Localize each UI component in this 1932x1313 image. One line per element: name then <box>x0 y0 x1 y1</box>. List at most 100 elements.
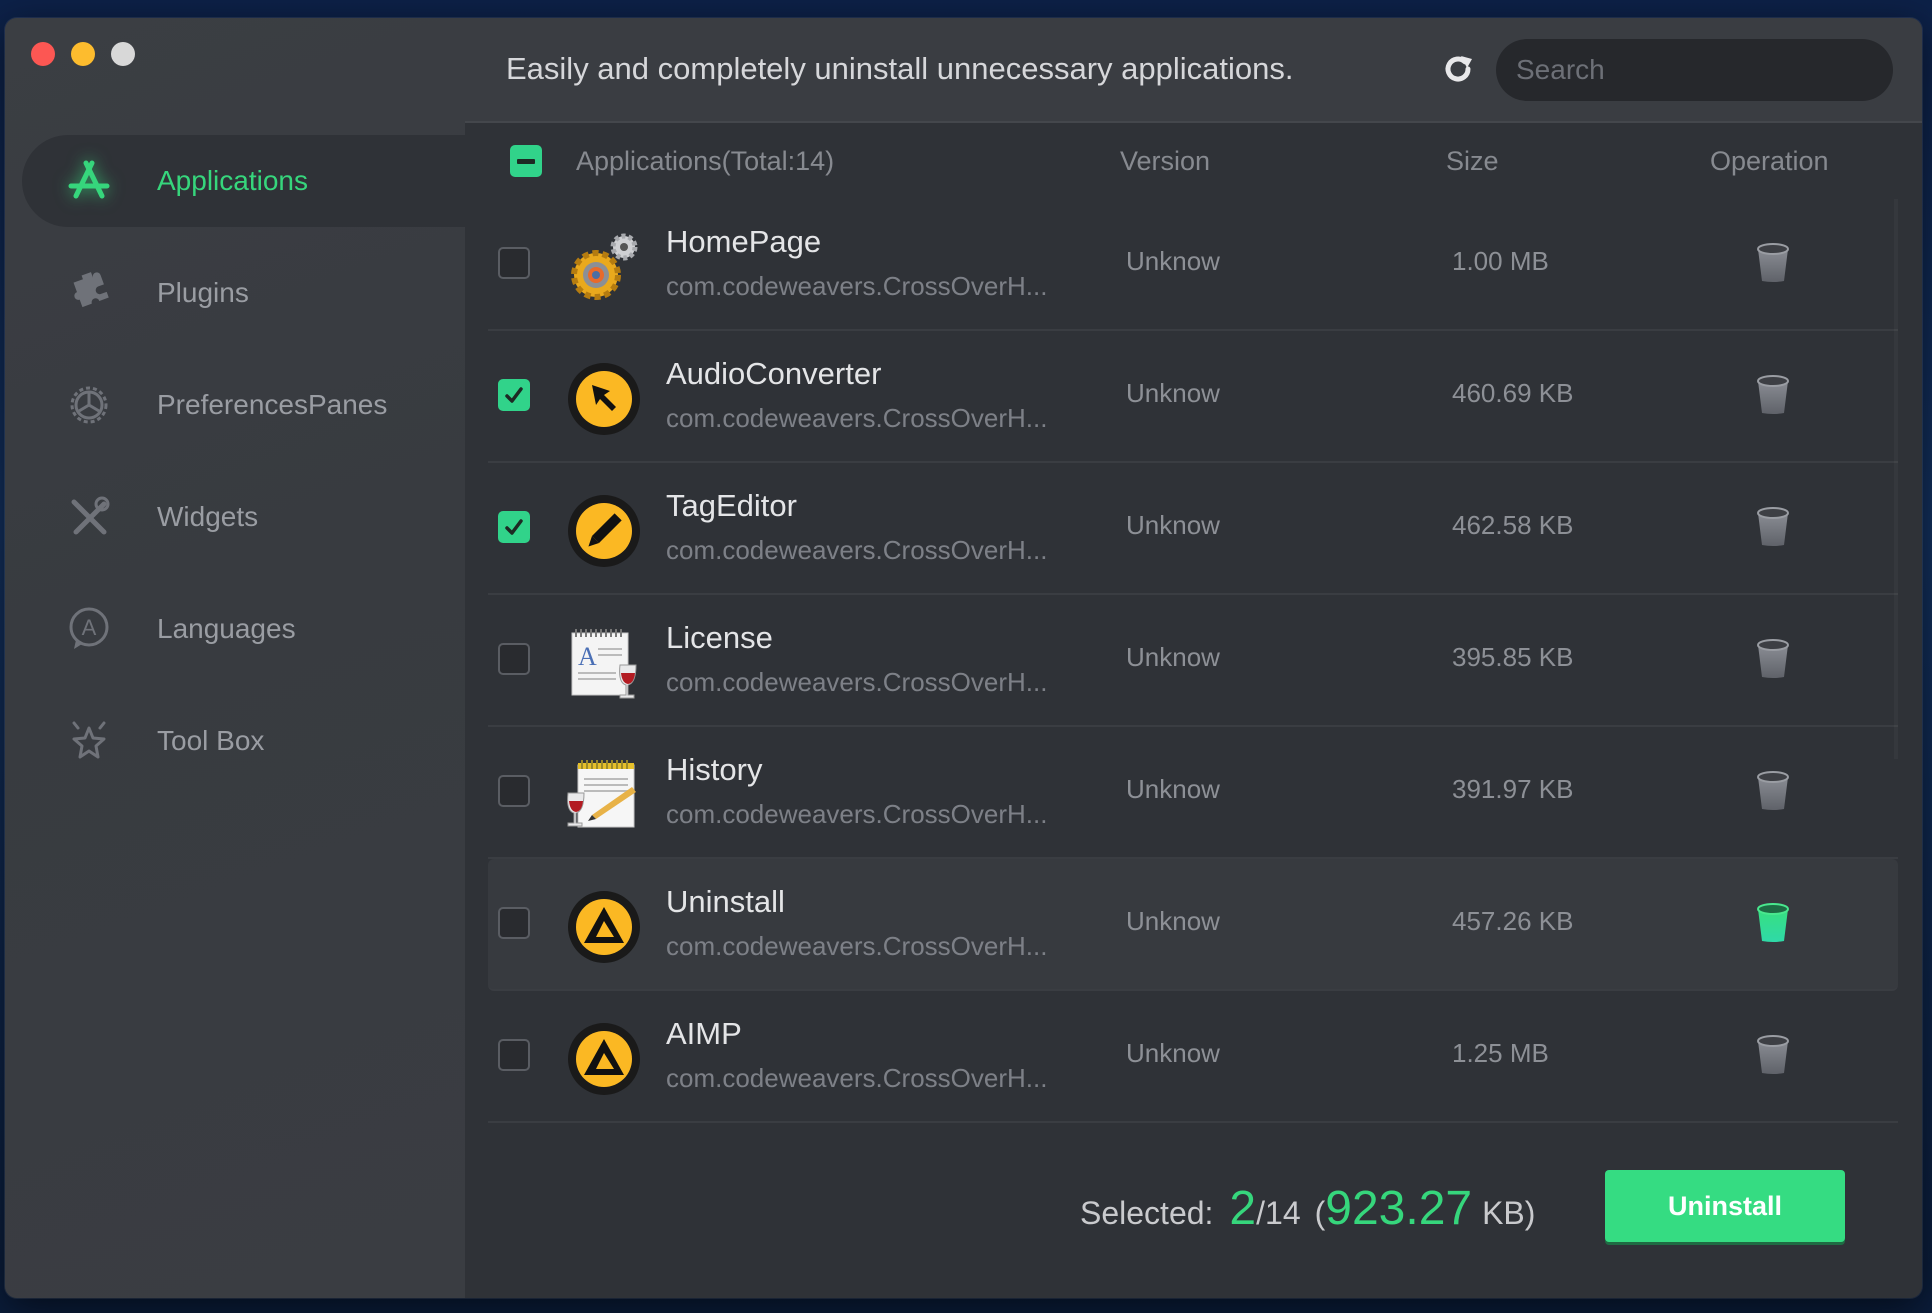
row-checkbox[interactable] <box>498 643 530 675</box>
app-version: Unknow <box>1126 378 1220 408</box>
app-row[interactable]: TagEditor com.codeweavers.CrossOverH... … <box>488 463 1898 595</box>
check-icon <box>505 387 523 403</box>
app-bundle-id: com.codeweavers.CrossOverH... <box>666 1063 1048 1093</box>
app-row[interactable]: AIMP com.codeweavers.CrossOverH... Unkno… <box>488 991 1898 1123</box>
app-name: HomePage <box>666 224 822 259</box>
trash-icon[interactable] <box>1756 639 1790 679</box>
app-row[interactable]: HomePage com.codeweavers.CrossOverH... U… <box>488 199 1898 331</box>
sidebar-item-applications[interactable]: Applications <box>22 135 472 227</box>
row-checkbox[interactable] <box>498 247 530 279</box>
trash-icon[interactable] <box>1756 243 1790 283</box>
app-row[interactable]: A License com.codeweavers.CrossOverH... … <box>488 595 1898 727</box>
refresh-icon <box>1445 56 1472 82</box>
column-header-version[interactable]: Version <box>1120 146 1210 177</box>
column-header-size[interactable]: Size <box>1446 146 1499 177</box>
select-all-checkbox[interactable] <box>510 145 542 177</box>
sidebar-item-languages[interactable]: A Languages <box>5 583 465 675</box>
app-name: License <box>666 620 773 655</box>
puzzle-icon <box>65 269 113 317</box>
column-header-name[interactable]: Applications(Total:14) <box>576 146 834 177</box>
app-size: 460.69 KB <box>1452 378 1574 408</box>
aimp-logo-icon <box>566 889 642 965</box>
row-checkbox[interactable] <box>498 907 530 939</box>
trash-icon[interactable] <box>1756 903 1790 943</box>
window-controls <box>31 42 135 66</box>
close-window-button[interactable] <box>31 42 55 66</box>
sidebar-item-widgets[interactable]: Widgets <box>5 471 465 563</box>
top-bar: Easily and completely uninstall unnecess… <box>465 18 1922 123</box>
sidebar-item-plugins[interactable]: Plugins <box>5 247 465 339</box>
app-size: 391.97 KB <box>1452 774 1574 804</box>
app-size: 462.58 KB <box>1452 510 1574 540</box>
sidebar-item-label: Languages <box>157 613 296 644</box>
trash-icon[interactable] <box>1756 771 1790 811</box>
sidebar-item-label: Plugins <box>157 277 249 308</box>
trash-icon[interactable] <box>1756 507 1790 547</box>
zoom-window-button[interactable] <box>111 42 135 66</box>
aimp-logo-icon <box>566 1021 642 1097</box>
total-count: /14 <box>1256 1195 1301 1231</box>
page-tagline: Easily and completely uninstall unnecess… <box>506 51 1294 86</box>
app-name: AudioConverter <box>666 356 882 391</box>
trash-icon[interactable] <box>1756 375 1790 415</box>
star-icon <box>65 717 113 765</box>
text-document-wine-icon: A <box>566 625 642 701</box>
app-name: TagEditor <box>666 488 797 523</box>
app-bundle-id: com.codeweavers.CrossOverH... <box>666 931 1048 961</box>
sidebar-item-label: Applications <box>157 165 308 196</box>
cursor-arrow-icon <box>566 361 642 437</box>
app-size: 1.25 MB <box>1452 1038 1549 1068</box>
selection-summary: Selected: 2 /14 ( 923.27 KB) <box>1080 1181 1535 1236</box>
app-bundle-id: com.codeweavers.CrossOverH... <box>666 403 1048 433</box>
row-checkbox[interactable] <box>498 511 530 543</box>
size-unit: KB) <box>1482 1195 1536 1231</box>
search-box[interactable] <box>1496 39 1893 101</box>
app-version: Unknow <box>1126 774 1220 804</box>
row-checkbox[interactable] <box>498 775 530 807</box>
row-checkbox[interactable] <box>498 379 530 411</box>
app-size: 1.00 MB <box>1452 246 1549 276</box>
trash-icon[interactable] <box>1756 1035 1790 1075</box>
pencil-icon <box>566 493 642 569</box>
scrollbar[interactable] <box>1894 199 1898 759</box>
app-version: Unknow <box>1126 1038 1220 1068</box>
sidebar-item-preferencespanes[interactable]: PreferencesPanes <box>5 359 465 451</box>
main-panel: Easily and completely uninstall unnecess… <box>465 18 1922 1298</box>
uninstall-button[interactable]: Uninstall <box>1605 1170 1845 1242</box>
open-paren: ( <box>1314 1195 1326 1231</box>
app-bundle-id: com.codeweavers.CrossOverH... <box>666 799 1048 829</box>
app-window: Applications Plugins PreferencesPanes Wi… <box>5 18 1922 1298</box>
app-row[interactable]: History com.codeweavers.CrossOverH... Un… <box>488 727 1898 859</box>
refresh-button[interactable] <box>1438 48 1478 90</box>
minimize-window-button[interactable] <box>71 42 95 66</box>
selected-label: Selected: <box>1080 1195 1214 1231</box>
app-name: Uninstall <box>666 884 785 919</box>
column-header-operation: Operation <box>1710 145 1829 176</box>
svg-text:A: A <box>578 642 597 671</box>
notepad-wine-icon <box>566 757 642 833</box>
app-version: Unknow <box>1126 642 1220 672</box>
app-version: Unknow <box>1126 906 1220 936</box>
tools-icon <box>65 493 113 541</box>
search-input[interactable] <box>1516 54 1877 86</box>
crossover-gear-icon <box>566 229 642 305</box>
app-bundle-id: com.codeweavers.CrossOverH... <box>666 535 1048 565</box>
sidebar-item-toolbox[interactable]: Tool Box <box>5 695 465 787</box>
sidebar-item-label: Widgets <box>157 501 259 532</box>
app-bundle-id: com.codeweavers.CrossOverH... <box>666 271 1048 301</box>
svg-text:A: A <box>82 615 97 640</box>
app-version: Unknow <box>1126 510 1220 540</box>
row-checkbox[interactable] <box>498 1039 530 1071</box>
selected-size: 923.27 <box>1325 1182 1473 1235</box>
app-row[interactable]: Uninstall com.codeweavers.CrossOverH... … <box>488 859 1898 991</box>
app-name: AIMP <box>666 1016 742 1051</box>
sidebar: Applications Plugins PreferencesPanes Wi… <box>5 18 472 1298</box>
selected-count: 2 <box>1229 1182 1257 1235</box>
app-row[interactable]: AudioConverter com.codeweavers.CrossOver… <box>488 331 1898 463</box>
check-icon <box>505 519 523 535</box>
app-version: Unknow <box>1126 246 1220 276</box>
app-list: HomePage com.codeweavers.CrossOverH... U… <box>488 199 1898 1123</box>
sidebar-nav: Applications Plugins PreferencesPanes Wi… <box>5 135 472 807</box>
language-bubble-icon: A <box>65 605 113 653</box>
gear-icon <box>65 381 113 429</box>
